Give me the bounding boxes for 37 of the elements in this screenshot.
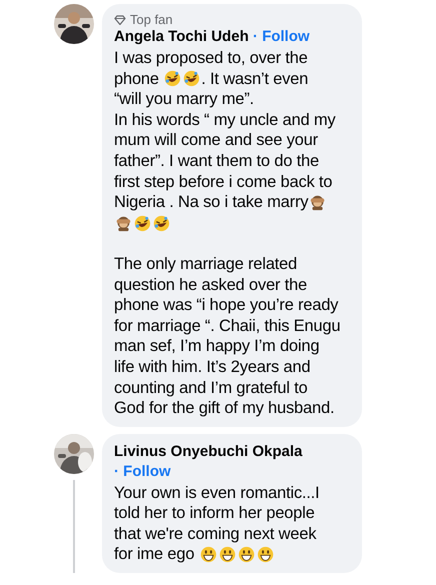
grinning-emoji-icon — [200, 546, 217, 564]
comment-text: mum will come and see your — [114, 130, 318, 151]
monkey-emoji-icon — [115, 214, 132, 232]
comment-text: told her to inform her people — [114, 503, 315, 524]
comment-text: In his words “ my uncle and my — [114, 110, 336, 130]
comment-text: for marriage “. Chaii, this Enugu — [114, 316, 340, 336]
comment-text: first step before i come back to — [114, 172, 332, 192]
comment-text: question he asked over the — [114, 274, 307, 296]
grinning-emoji-icon — [238, 546, 255, 564]
monkey-emoji-icon — [309, 194, 326, 211]
badge-label: Top fan — [130, 12, 173, 27]
laughing-emoji-icon — [153, 214, 170, 232]
comment-text: phone — [114, 68, 160, 90]
comment-text: that we're coming next week — [114, 524, 316, 544]
comment-text: Nigeria . Na so i take marry — [114, 192, 308, 213]
comment-text: counting and I’m grateful to — [114, 378, 308, 398]
comment-text: life with him. It’s 2years and — [114, 356, 310, 378]
follow-link[interactable]: · Follow — [252, 28, 310, 45]
author-name[interactable]: Angela Tochi Udeh — [114, 28, 249, 45]
comment-text: father”. I want them to do the — [114, 150, 319, 172]
author-name[interactable]: Livinus Onyebuchi Okpala — [114, 442, 302, 460]
comment-text: “will you marry me”. — [114, 89, 254, 110]
comment-text: The only marriage related — [114, 254, 298, 275]
comment-text: for ime ego — [114, 544, 196, 566]
comment-text: man sef, I’m happy I’m doing — [114, 336, 320, 357]
comment-text: God for the gift of my husband. — [114, 398, 334, 419]
laughing-emoji-icon — [134, 214, 151, 232]
follow-link[interactable]: · Follow — [114, 462, 171, 480]
comment-text: . It wasn’t even — [201, 68, 308, 90]
comment-text: phone was “i hope you’re ready — [114, 295, 338, 316]
grinning-emoji-icon — [256, 546, 274, 564]
grinning-emoji-icon — [218, 546, 236, 564]
comment-text: Your own is even romantic...I — [114, 482, 320, 504]
diamond-icon — [114, 14, 126, 24]
laughing-emoji-icon — [164, 70, 182, 88]
comment-text: I was proposed to, over the — [114, 48, 308, 69]
laughing-emoji-icon — [183, 70, 200, 88]
